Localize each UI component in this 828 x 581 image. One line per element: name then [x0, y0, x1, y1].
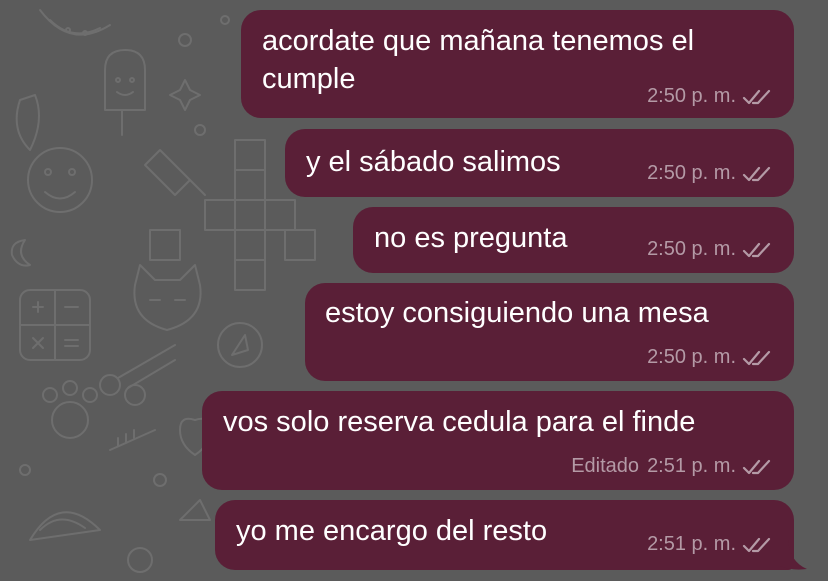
message-text: vos solo reserva cedula para el finde	[223, 406, 696, 438]
message-text: y el sábado salimos	[306, 146, 561, 178]
double-check-icon	[742, 459, 771, 474]
message-time: 2:51 p. m.	[647, 455, 736, 477]
message-time: 2:50 p. m.	[647, 85, 736, 107]
double-check-icon	[742, 89, 771, 104]
message-bubble[interactable]: vos solo reserva cedula para el finde Ed…	[202, 391, 794, 490]
message-bubble[interactable]: no es pregunta 2:50 p. m.	[353, 207, 794, 273]
message-text: yo me encargo del resto	[236, 515, 548, 547]
message-bubble[interactable]: acordate que mañana tenemos el cumple 2:…	[241, 10, 794, 118]
message-time: 2:50 p. m.	[647, 162, 736, 184]
message-time: 2:51 p. m.	[647, 533, 736, 555]
message-text: acordate que mañana tenemos el	[262, 25, 695, 57]
double-check-icon	[742, 242, 771, 257]
message-time: 2:50 p. m.	[647, 346, 736, 368]
message-time: 2:50 p. m.	[647, 238, 736, 260]
message-text: no es pregunta	[374, 222, 568, 254]
message-meta: 2:50 p. m.	[647, 238, 772, 261]
message-meta: Editado 2:51 p. m.	[571, 455, 772, 478]
double-check-icon	[742, 350, 771, 365]
message-text: estoy consiguiendo una mesa	[325, 297, 709, 329]
message-bubble[interactable]: y el sábado salimos 2:50 p. m.	[285, 129, 794, 197]
double-check-icon	[742, 166, 771, 181]
message-text: cumple	[262, 63, 356, 95]
edited-label: Editado	[571, 455, 640, 477]
double-check-icon	[742, 537, 771, 552]
chat-area: acordate que mañana tenemos el cumple 2:…	[0, 0, 828, 581]
message-meta: 2:51 p. m.	[647, 533, 772, 556]
message-bubble[interactable]: yo me encargo del resto 2:51 p. m.	[215, 500, 794, 570]
bubble-tail	[780, 540, 807, 570]
message-meta: 2:50 p. m.	[647, 85, 772, 108]
message-meta: 2:50 p. m.	[647, 162, 772, 185]
message-meta: 2:50 p. m.	[647, 346, 772, 369]
message-bubble[interactable]: estoy consiguiendo una mesa 2:50 p. m.	[305, 283, 794, 381]
